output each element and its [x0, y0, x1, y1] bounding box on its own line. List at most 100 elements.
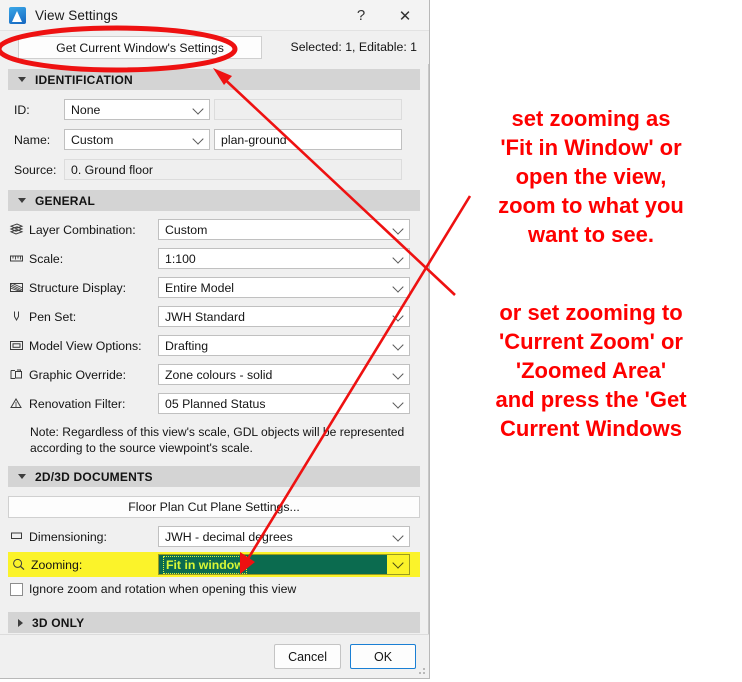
label-id: ID: — [14, 102, 30, 117]
graphic-override-value: Zone colours - solid — [165, 367, 273, 382]
name-combo-value: Custom — [71, 132, 114, 147]
chevron-down-icon — [392, 338, 404, 351]
id-combo-value: None — [71, 102, 101, 117]
dimension-icon — [8, 529, 24, 545]
chevron-down-icon — [192, 102, 204, 115]
scale-note: Note: Regardless of this view's scale, G… — [30, 425, 405, 455]
graphic-override-combo[interactable]: Zone colours - solid — [158, 364, 410, 385]
model-view-options-value: Drafting — [165, 338, 209, 353]
section-header-2d3d-documents[interactable]: 2D/3D DOCUMENTS — [8, 466, 420, 487]
ruler-icon — [8, 251, 24, 267]
section-header-identification[interactable]: IDENTIFICATION — [8, 69, 420, 90]
chevron-right-icon — [18, 618, 23, 627]
get-current-window-settings-button[interactable]: Get Current Window's Settings — [18, 36, 262, 59]
row-structure-display: Structure Display: Entire Model — [8, 277, 420, 298]
section-label: 2D/3D DOCUMENTS — [35, 469, 153, 484]
ignore-zoom-checkbox[interactable] — [10, 582, 23, 596]
screenshot-root: View Settings ? ✕ Get Current Window's S… — [0, 0, 742, 682]
label-source: Source: — [14, 162, 57, 177]
chevron-down-icon — [18, 474, 26, 479]
dialog-title: View Settings — [35, 7, 118, 23]
label-model-view-options: Model View Options: — [29, 338, 142, 353]
archicad-icon — [9, 6, 26, 24]
pen-set-combo[interactable]: JWH Standard — [158, 306, 410, 327]
dialog-titlebar: View Settings ? ✕ — [0, 0, 429, 31]
section-header-general[interactable]: GENERAL — [8, 190, 420, 211]
row-id: ID: None — [8, 99, 420, 120]
row-renovation-filter: Renovation Filter: 05 Planned Status — [8, 393, 420, 414]
close-icon[interactable]: ✕ — [385, 0, 425, 31]
name-text-field[interactable]: plan-ground — [214, 129, 402, 150]
section-label: GENERAL — [35, 193, 96, 208]
scale-combo[interactable]: 1:100 — [158, 248, 410, 269]
chevron-down-icon — [18, 198, 26, 203]
layer-combination-combo[interactable]: Custom — [158, 219, 410, 240]
magnifier-icon — [10, 557, 26, 573]
row-name: Name: Custom plan-ground — [8, 129, 420, 150]
layer-combination-value: Custom — [165, 222, 208, 237]
structure-display-combo[interactable]: Entire Model — [158, 277, 410, 298]
row-model-view-options: Model View Options: Drafting — [8, 335, 420, 356]
view-settings-dialog: View Settings ? ✕ Get Current Window's S… — [0, 0, 430, 679]
label-dimensioning: Dimensioning: — [29, 529, 107, 544]
row-source: Source: 0. Ground floor — [8, 159, 420, 180]
name-combo[interactable]: Custom — [64, 129, 210, 150]
chevron-down-icon — [392, 367, 404, 380]
section-label: IDENTIFICATION — [35, 72, 133, 87]
model-view-options-combo[interactable]: Drafting — [158, 335, 410, 356]
structure-icon — [8, 280, 24, 296]
zooming-value: Fit in window — [163, 555, 247, 574]
dialog-footer: Cancel OK — [0, 634, 429, 678]
section-label: 3D ONLY — [32, 615, 85, 630]
annotation-note-1: set zooming as 'Fit in Window' or open t… — [498, 106, 684, 247]
settings-scroll-panel: IDENTIFICATION ID: None Name: Custom pla… — [0, 64, 429, 634]
section-header-3d-only[interactable]: 3D ONLY — [8, 612, 420, 633]
zooming-combo[interactable]: Fit in window — [158, 554, 410, 575]
chevron-down-icon — [192, 132, 204, 145]
resize-grip[interactable] — [416, 665, 426, 675]
dialog-topbar: Get Current Window's Settings Selected: … — [0, 31, 429, 64]
chevron-down-icon — [392, 309, 404, 322]
structure-display-value: Entire Model — [165, 280, 235, 295]
ok-button[interactable]: OK — [350, 644, 416, 669]
row-layer-combination: Layer Combination: Custom — [8, 219, 420, 240]
id-combo[interactable]: None — [64, 99, 210, 120]
chevron-down-icon — [392, 251, 404, 264]
id-text-field[interactable] — [214, 99, 402, 120]
help-button[interactable]: ? — [341, 0, 381, 31]
renovation-filter-value: 05 Planned Status — [165, 396, 266, 411]
label-graphic-override: Graphic Override: — [29, 367, 127, 382]
row-dimensioning: Dimensioning: JWH - decimal degrees — [8, 526, 420, 547]
ignore-zoom-label: Ignore zoom and rotation when opening th… — [29, 582, 297, 596]
row-zooming: Zooming: Fit in window — [8, 552, 420, 577]
chevron-down-icon — [18, 77, 26, 82]
row-pen-set: Pen Set: JWH Standard — [8, 306, 420, 327]
graphic-override-icon — [8, 367, 24, 383]
label-structure-display: Structure Display: — [29, 280, 127, 295]
label-name: Name: — [14, 132, 51, 147]
label-renovation-filter: Renovation Filter: — [29, 396, 126, 411]
ignore-zoom-checkbox-row[interactable]: Ignore zoom and rotation when opening th… — [8, 582, 420, 596]
label-zooming: Zooming: — [31, 557, 83, 572]
source-value: 0. Ground floor — [64, 159, 402, 180]
annotation-note-2: or set zooming to 'Current Zoom' or 'Zoo… — [495, 300, 687, 441]
chevron-down-icon — [392, 529, 404, 542]
chevron-down-icon[interactable] — [387, 555, 409, 574]
model-view-icon — [8, 338, 24, 354]
cancel-button[interactable]: Cancel — [274, 644, 341, 669]
dimensioning-combo[interactable]: JWH - decimal degrees — [158, 526, 410, 547]
layers-icon — [8, 222, 24, 238]
pen-icon — [8, 309, 24, 325]
row-scale: Scale: 1:100 — [8, 248, 420, 269]
scale-value: 1:100 — [165, 251, 196, 266]
row-graphic-override: Graphic Override: Zone colours - solid — [8, 364, 420, 385]
chevron-down-icon — [392, 222, 404, 235]
label-layer-combination: Layer Combination: — [29, 222, 136, 237]
chevron-down-icon — [392, 396, 404, 409]
label-scale: Scale: — [29, 251, 64, 266]
floor-plan-cut-plane-settings-button[interactable]: Floor Plan Cut Plane Settings... — [8, 496, 420, 518]
label-pen-set: Pen Set: — [29, 309, 77, 324]
dimensioning-value: JWH - decimal degrees — [165, 529, 293, 544]
renovation-icon — [8, 396, 24, 412]
renovation-filter-combo[interactable]: 05 Planned Status — [158, 393, 410, 414]
